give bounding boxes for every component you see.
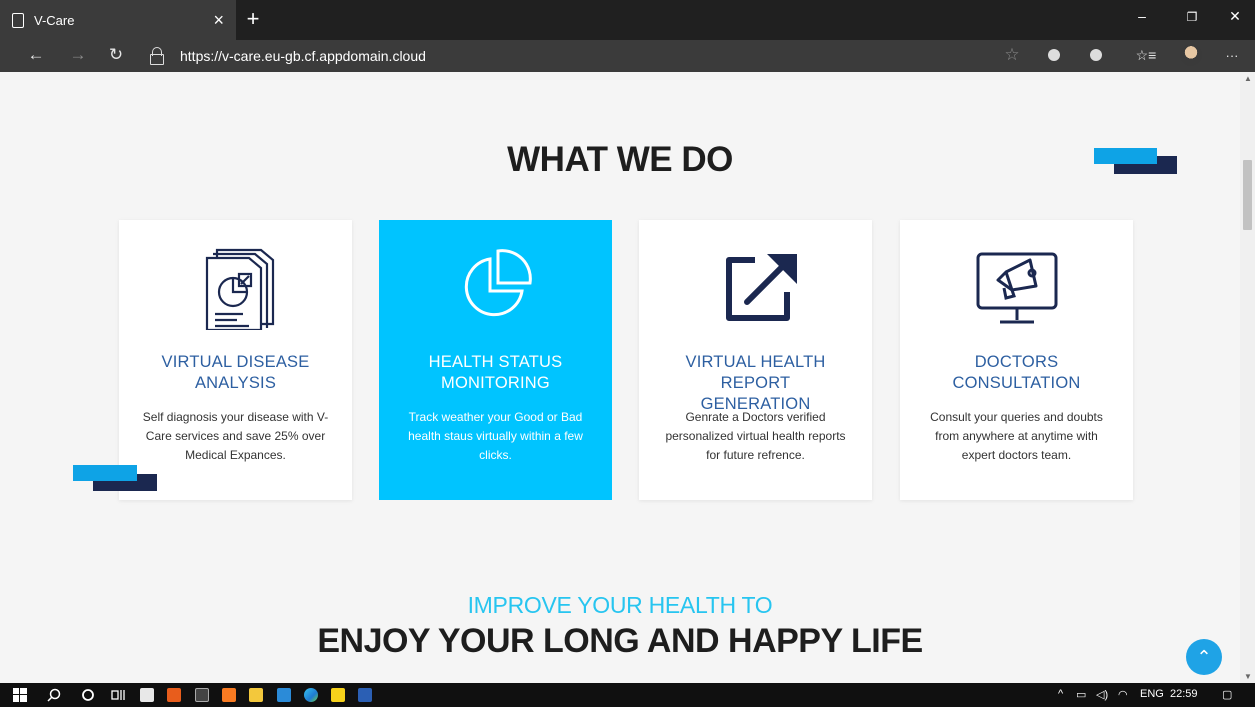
decorative-bar-light-2 <box>73 465 137 481</box>
favorites-list-icon[interactable]: ☆≡ <box>1134 47 1158 64</box>
service-card-virtual-health-report[interactable]: VIRTUAL HEALTH REPORT GENERATION Genrate… <box>639 220 872 500</box>
close-window-button[interactable]: ✕ <box>1220 8 1250 25</box>
windows-start-icon[interactable] <box>12 687 28 703</box>
back-to-top-button[interactable]: ⌃ <box>1186 639 1222 675</box>
report-icon <box>119 240 352 330</box>
tray-chevron-icon[interactable]: ^ <box>1058 688 1063 700</box>
file-explorer-icon[interactable] <box>249 688 263 702</box>
page-content: WHAT WE DO VIRTUAL DISEASE ANALYSIS Self… <box>0 72 1240 683</box>
refresh-icon[interactable]: ↻ <box>104 45 128 65</box>
card-title: VIRTUAL DISEASE ANALYSIS <box>161 353 310 392</box>
profile-avatar[interactable] <box>1180 44 1202 66</box>
notifications-icon[interactable]: ▢ <box>1222 688 1232 701</box>
card-text: Track weather your Good or Bad health st… <box>408 410 583 462</box>
card-title: DOCTORS CONSULTATION <box>952 353 1081 392</box>
restore-button[interactable]: ❐ <box>1177 10 1207 24</box>
extension-icon[interactable] <box>1048 49 1060 61</box>
volume-icon[interactable]: ◁) <box>1096 688 1108 701</box>
sticky-notes-icon[interactable] <box>331 688 345 702</box>
page-icon <box>12 12 24 28</box>
external-link-icon <box>639 240 872 330</box>
word-icon[interactable] <box>358 688 372 702</box>
card-text: Self diagnosis your disease with V-Care … <box>142 410 329 462</box>
vertical-scrollbar[interactable]: ▲ ▼ <box>1240 72 1255 683</box>
tab-title: V-Care <box>34 12 75 28</box>
back-icon[interactable]: ← <box>24 45 48 65</box>
new-tab-button[interactable]: + <box>240 6 266 32</box>
task-view-icon[interactable] <box>110 687 126 703</box>
edge-icon[interactable] <box>304 688 318 702</box>
terminal-icon[interactable] <box>195 688 209 702</box>
browser-navbar: ← → ↻ https://v-care.eu-gb.cf.appdomain.… <box>0 40 1255 72</box>
card-title: HEALTH STATUS MONITORING <box>428 353 563 392</box>
megaphone-monitor-icon <box>900 240 1133 330</box>
clock[interactable]: 22:59 <box>1170 688 1198 700</box>
service-card-virtual-disease-analysis[interactable]: VIRTUAL DISEASE ANALYSIS Self diagnosis … <box>119 220 352 500</box>
pie-chart-icon <box>379 240 612 330</box>
address-bar-url[interactable]: https://v-care.eu-gb.cf.appdomain.cloud <box>180 48 426 64</box>
battery-icon[interactable]: ▭ <box>1076 688 1086 701</box>
language-indicator[interactable]: ENG <box>1140 688 1164 700</box>
search-icon[interactable] <box>46 687 62 703</box>
scroll-thumb[interactable] <box>1243 160 1252 230</box>
tab-close-icon[interactable]: × <box>213 10 224 31</box>
forward-icon[interactable]: → <box>66 45 90 65</box>
wifi-icon[interactable]: ◠ <box>1118 688 1128 701</box>
card-text: Consult your queries and doubts from any… <box>930 410 1103 462</box>
service-card-doctors-consultation[interactable]: DOCTORS CONSULTATION Consult your querie… <box>900 220 1133 500</box>
section-title: WHAT WE DO <box>507 140 733 179</box>
browser-tab[interactable]: V-Care × <box>0 0 236 40</box>
browser-titlebar: V-Care × + – ❐ ✕ <box>0 0 1255 40</box>
card-title: VIRTUAL HEALTH REPORT GENERATION <box>685 353 826 413</box>
store-icon[interactable] <box>140 688 154 702</box>
scroll-down-icon[interactable]: ▼ <box>1244 672 1252 681</box>
card-text: Genrate a Doctors verified personalized … <box>665 410 846 462</box>
minimize-button[interactable]: – <box>1127 8 1157 24</box>
decorative-bar-light <box>1094 148 1157 164</box>
more-options-icon[interactable]: ··· <box>1220 48 1244 63</box>
mail-icon[interactable] <box>277 688 291 702</box>
promo-tagline: ENJOY YOUR LONG AND HAPPY LIFE <box>317 622 923 660</box>
cortana-icon[interactable] <box>80 687 96 703</box>
sublime-icon[interactable] <box>167 688 181 702</box>
favorite-star-icon[interactable]: ☆ <box>1000 45 1024 65</box>
service-card-health-status-monitoring[interactable]: HEALTH STATUS MONITORING Track weather y… <box>379 220 612 500</box>
xampp-icon[interactable] <box>222 688 236 702</box>
extension-icon-2[interactable] <box>1090 49 1102 61</box>
promo-subtitle: IMPROVE YOUR HEALTH TO <box>467 592 773 618</box>
lock-icon <box>150 47 164 65</box>
chevron-up-icon: ⌃ <box>1196 646 1212 667</box>
windows-taskbar: ^ ▭ ◁) ◠ ENG 22:59 ▢ <box>0 683 1255 707</box>
scroll-up-icon[interactable]: ▲ <box>1244 74 1252 83</box>
